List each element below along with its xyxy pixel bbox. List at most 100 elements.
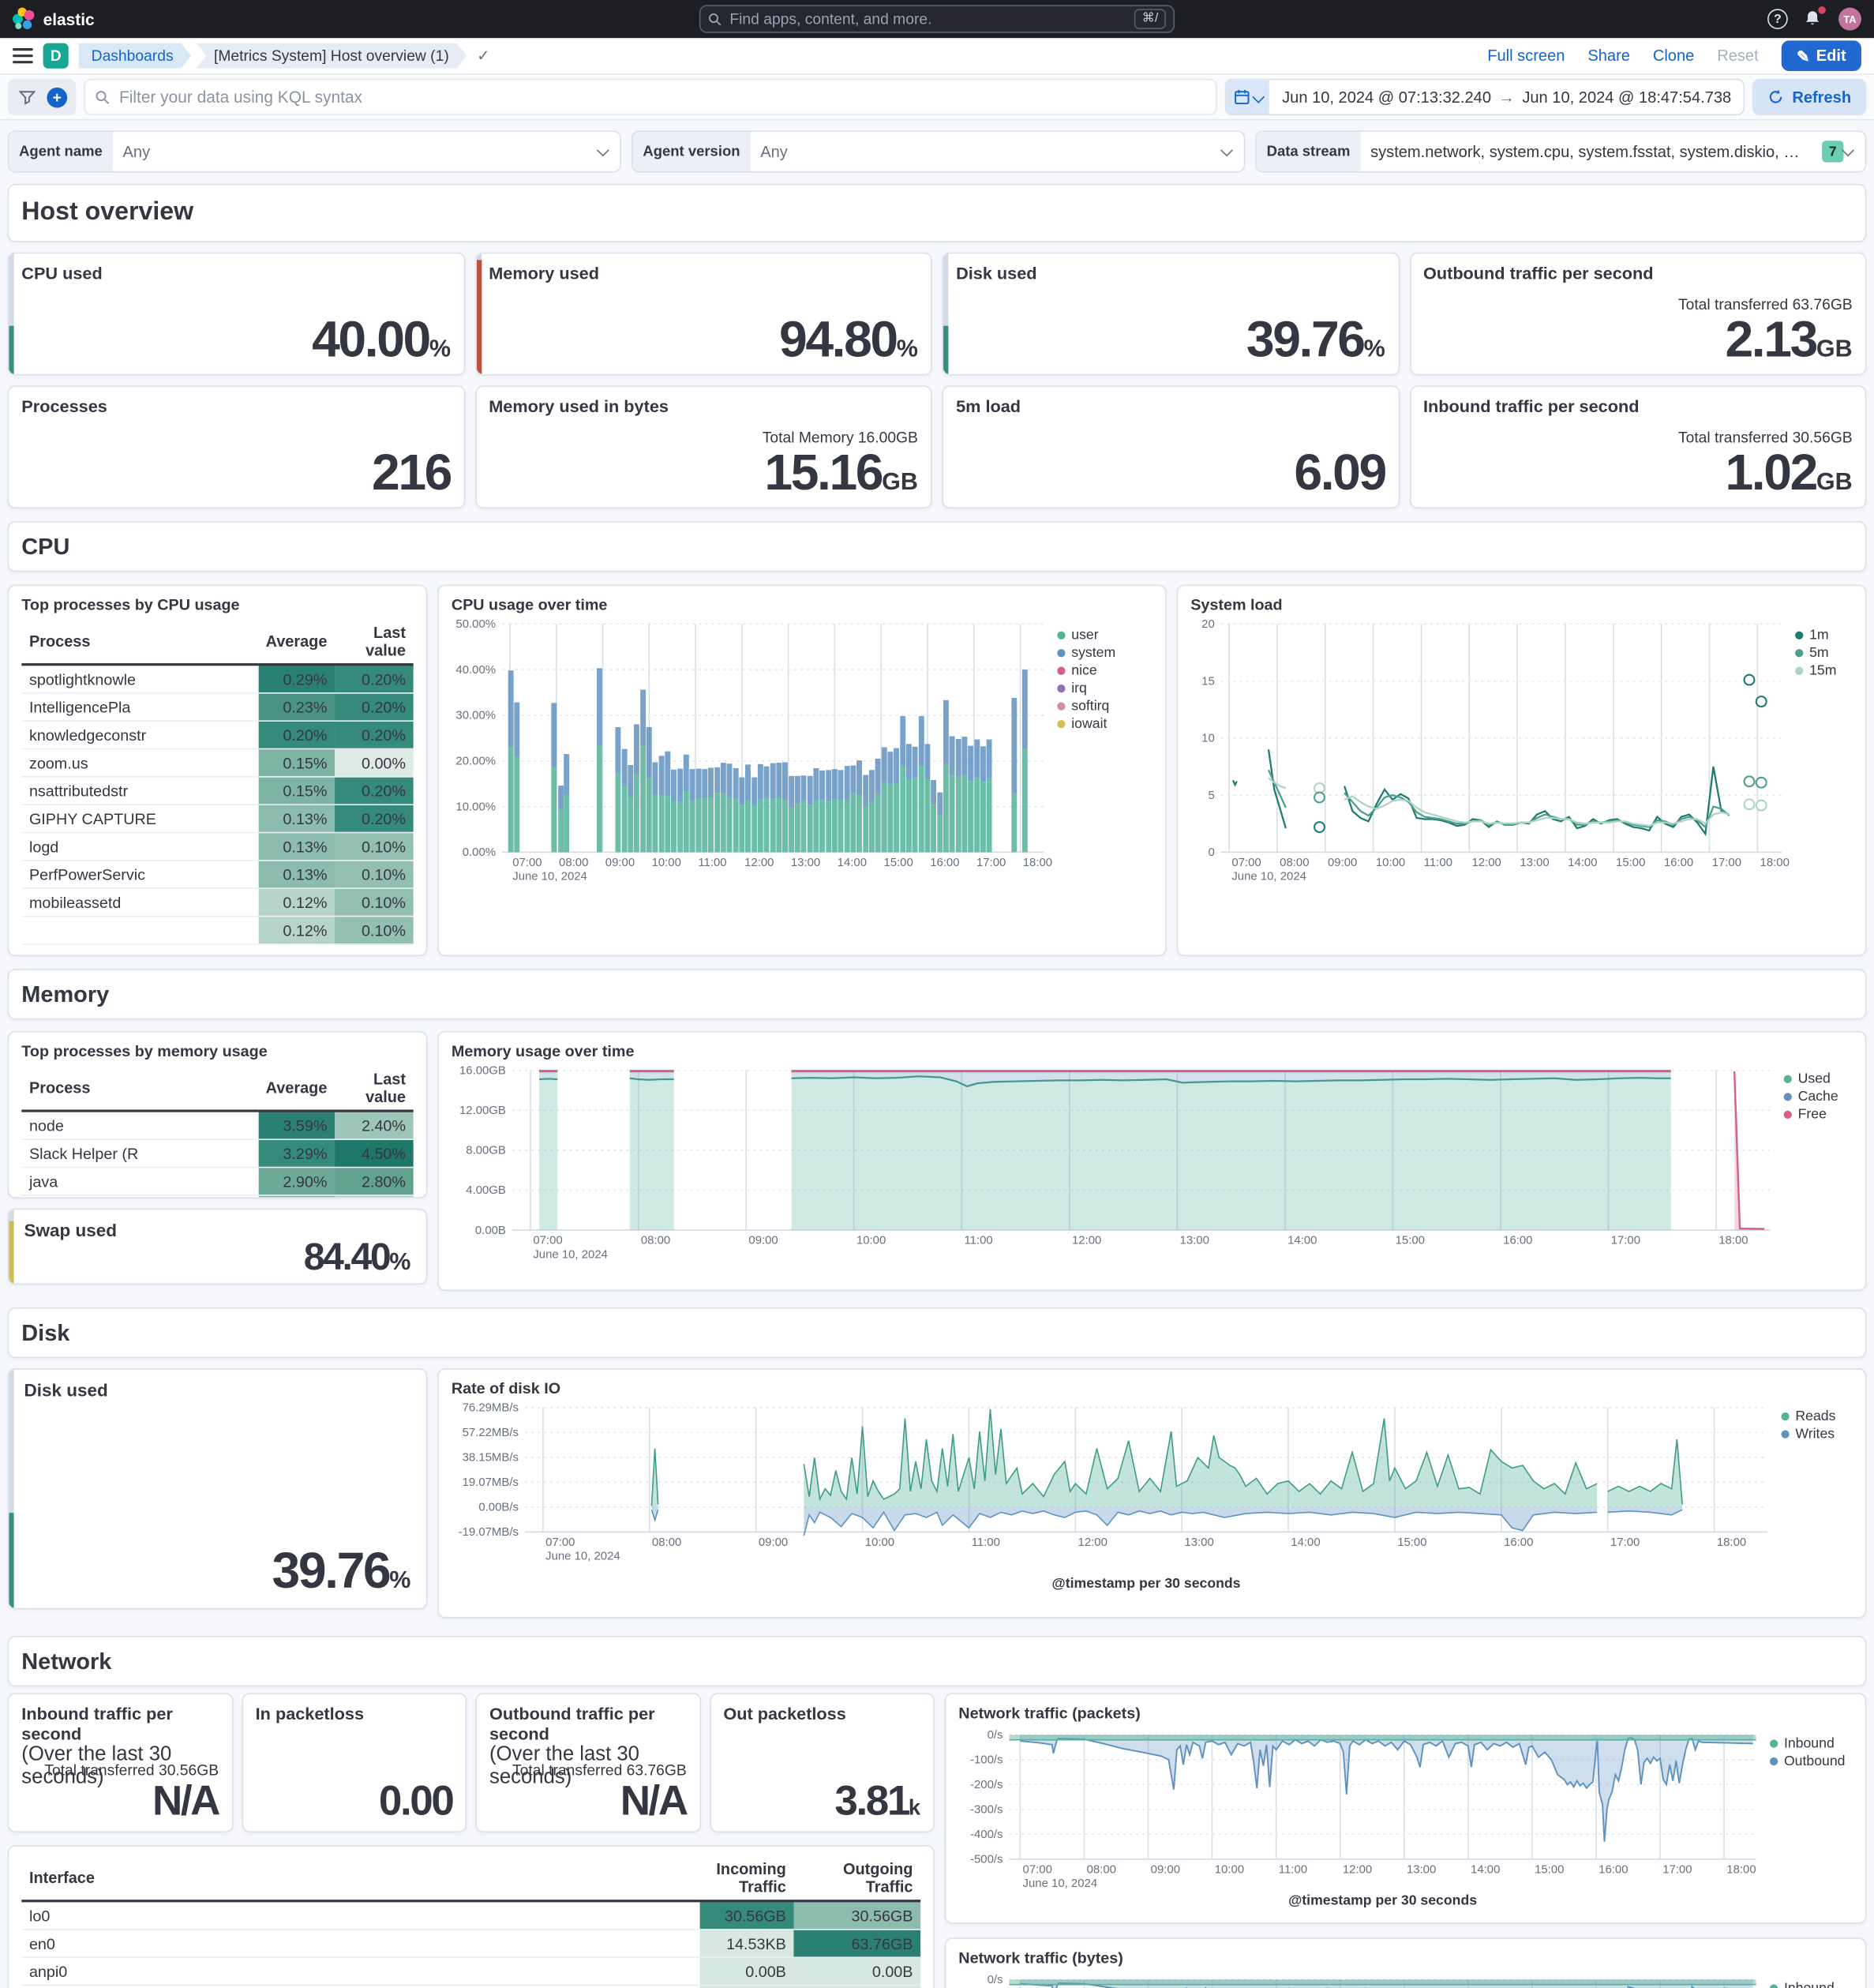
legend-item[interactable]: Writes [1781,1425,1835,1441]
avatar[interactable]: TA [1838,7,1861,31]
edit-button[interactable]: ✎ Edit [1781,40,1861,71]
table-row[interactable]: GIPHY CAPTURE 0.13% 0.20% [21,805,414,834]
svg-text:iowait: iowait [1071,715,1107,731]
clone-button[interactable]: Clone [1653,47,1694,64]
network-cards: Inbound traffic per second (Over the last… [7,1693,935,1832]
svg-text:-500/s: -500/s [970,1853,1003,1866]
share-button[interactable]: Share [1587,47,1630,64]
svg-text:13:00: 13:00 [1184,1536,1213,1549]
svg-text:10:00: 10:00 [1215,1862,1244,1876]
svg-text:17:00: 17:00 [1611,1234,1640,1247]
kql-query-input[interactable]: Filter your data using KQL syntax [84,78,1218,116]
control-agent-version[interactable]: Agent version Any [631,130,1246,173]
svg-text:11:00: 11:00 [964,1234,992,1247]
svg-text:0.00B/s: 0.00B/s [478,1501,519,1514]
svg-text:4.00GB: 4.00GB [466,1183,506,1197]
date-range[interactable]: Jun 10, 2024 @ 07:13:32.240 → Jun 10, 20… [1269,80,1744,114]
svg-text:June 10, 2024: June 10, 2024 [533,1247,608,1261]
legend-item[interactable]: Outbound [1769,1753,1846,1769]
table-row[interactable]: 0.12% 0.10% [21,916,414,945]
table-row[interactable]: anpi0 0.00B 0.00B [21,1957,921,1986]
svg-text:Inbound: Inbound [1784,1979,1835,1988]
legend-item[interactable]: 1m [1795,627,1829,643]
disk-io-chart[interactable]: 76.29MB/s 57.22MB/s 38.15MB/s 19.07MB/s 0.00… [452,1400,1846,1600]
metric-value: 6.09 [1294,444,1387,501]
selection-count-badge: 7 [1822,141,1844,163]
svg-text:11:00: 11:00 [972,1536,1000,1549]
legend-item[interactable]: system [1057,644,1115,660]
system-load-chart[interactable]: 20 15 10 5 0 07:00 08:00 09:00 10:00 11:00 12:00 13… [1190,617,1850,898]
metric-accent-bar [9,1369,14,1608]
legend-item[interactable]: softirq [1057,697,1109,713]
svg-text:12.00GB: 12.00GB [459,1104,506,1117]
table-row[interactable]: knowledgeconstr 0.20% 0.20% [21,721,414,750]
legend-item[interactable]: 15m [1795,662,1836,678]
check-icon[interactable]: ✓ [477,47,489,64]
section-network: Network [7,1636,1867,1687]
table-row[interactable]: lo0 30.56GB 30.56GB [21,1900,921,1930]
section-cpu: CPU [7,521,1867,572]
reset-button[interactable]: Reset [1717,47,1758,64]
dashboard-app-icon[interactable]: D [43,43,69,69]
network-packets-chart[interactable]: 0/s -100/s -200/s -300/s -400/s -500/s 07:00 08… [958,1724,1852,1915]
notification-dot [1818,6,1826,14]
refresh-button[interactable]: Refresh [1752,78,1867,116]
svg-text:@timestamp per 30 seconds: @timestamp per 30 seconds [1052,1575,1241,1591]
table-row[interactable]: IntelligencePla 0.23% 0.20% [21,692,414,722]
legend-item[interactable]: Used [1783,1071,1831,1086]
filter-icon[interactable] [13,82,40,111]
date-from: Jun 10, 2024 @ 07:13:32.240 [1282,88,1491,107]
network-bytes-chart[interactable]: 0/s-100k/s-200k/s-300k/s07:0008:0009:001… [958,1969,1852,1988]
notifications-bell-icon[interactable] [1803,6,1826,29]
svg-text:15:00: 15:00 [1616,856,1645,869]
legend-item[interactable]: Inbound [1769,1979,1835,1988]
control-data-stream[interactable]: Data stream system.network, system.cpu, … [1255,130,1867,173]
table-row[interactable]: mobileassetd 0.12% 0.10% [21,888,414,917]
svg-text:14:00: 14:00 [1471,1862,1500,1876]
svg-text:-400/s: -400/s [970,1828,1003,1841]
elastic-logo[interactable]: elastic [13,7,95,31]
table-row[interactable]: zoom.us 0.15% 0.00% [21,748,414,778]
svg-text:15:00: 15:00 [1397,1536,1426,1549]
svg-text:14:00: 14:00 [1568,856,1597,869]
table-row[interactable]: spotlightknowle 0.29% 0.20% [21,664,414,694]
legend-item[interactable]: nice [1057,662,1097,678]
table-row[interactable]: en0 14.53KB 63.76GB [21,1929,921,1959]
table-row[interactable]: PerfPowerServic 0.13% 0.10% [21,860,414,889]
legend-item[interactable]: user [1057,627,1099,643]
cpu-usage-chart[interactable]: 50.00% 40.00% 30.00% 20.00% 10.00% 0.00% 07:00… [452,617,1153,898]
table-row[interactable]: Slack Helper (R 3.29% 4.50% [21,1139,414,1168]
menu-icon[interactable] [13,48,33,64]
global-search-input[interactable]: Find apps, content, and more. ⌘/ [699,5,1175,33]
table-row[interactable]: logd 0.13% 0.10% [21,832,414,861]
svg-text:10:00: 10:00 [865,1536,894,1549]
svg-text:Reads: Reads [1795,1408,1835,1423]
add-filter-button[interactable]: + [43,82,71,111]
svg-text:09:00: 09:00 [748,1234,778,1247]
calendar-icon[interactable] [1226,80,1270,114]
control-agent-name[interactable]: Agent name Any [7,130,622,173]
svg-text:irq: irq [1071,680,1087,696]
legend-item[interactable]: Free [1783,1106,1827,1122]
metric-value: 2.13GB [1725,312,1853,368]
refresh-icon [1770,89,1782,103]
table-row[interactable]: node 3.59% 2.40% [21,1111,414,1140]
disk-used-value: 39.76% [272,1543,411,1600]
legend-item[interactable]: Reads [1781,1408,1836,1423]
table-row[interactable]: Google Chrome2.61%2.00% [21,1195,414,1198]
full-screen-button[interactable]: Full screen [1487,47,1565,64]
legend-item[interactable]: Cache [1783,1088,1838,1104]
table-row[interactable]: nsattributedstr 0.15% 0.20% [21,776,414,805]
memory-usage-chart[interactable]: 16.00GB 12.00GB 8.00GB 4.00GB 0.00B 07:00 08:0… [452,1063,1846,1273]
breadcrumb-dashboards[interactable]: Dashboards [79,43,192,69]
help-icon[interactable]: ? [1767,9,1788,29]
legend-item[interactable]: irq [1057,680,1087,696]
metric-value: 15.16GB [764,444,918,501]
page-title: Host overview [21,197,194,226]
svg-text:13:00: 13:00 [1520,856,1549,869]
legend-item[interactable]: 5m [1795,644,1829,660]
table-row[interactable]: java 2.90% 2.80% [21,1167,414,1196]
table-row[interactable]: anpi10.00B0.00B [21,1985,921,1988]
legend-item[interactable]: Inbound [1769,1735,1835,1750]
legend-item[interactable]: iowait [1057,715,1107,731]
